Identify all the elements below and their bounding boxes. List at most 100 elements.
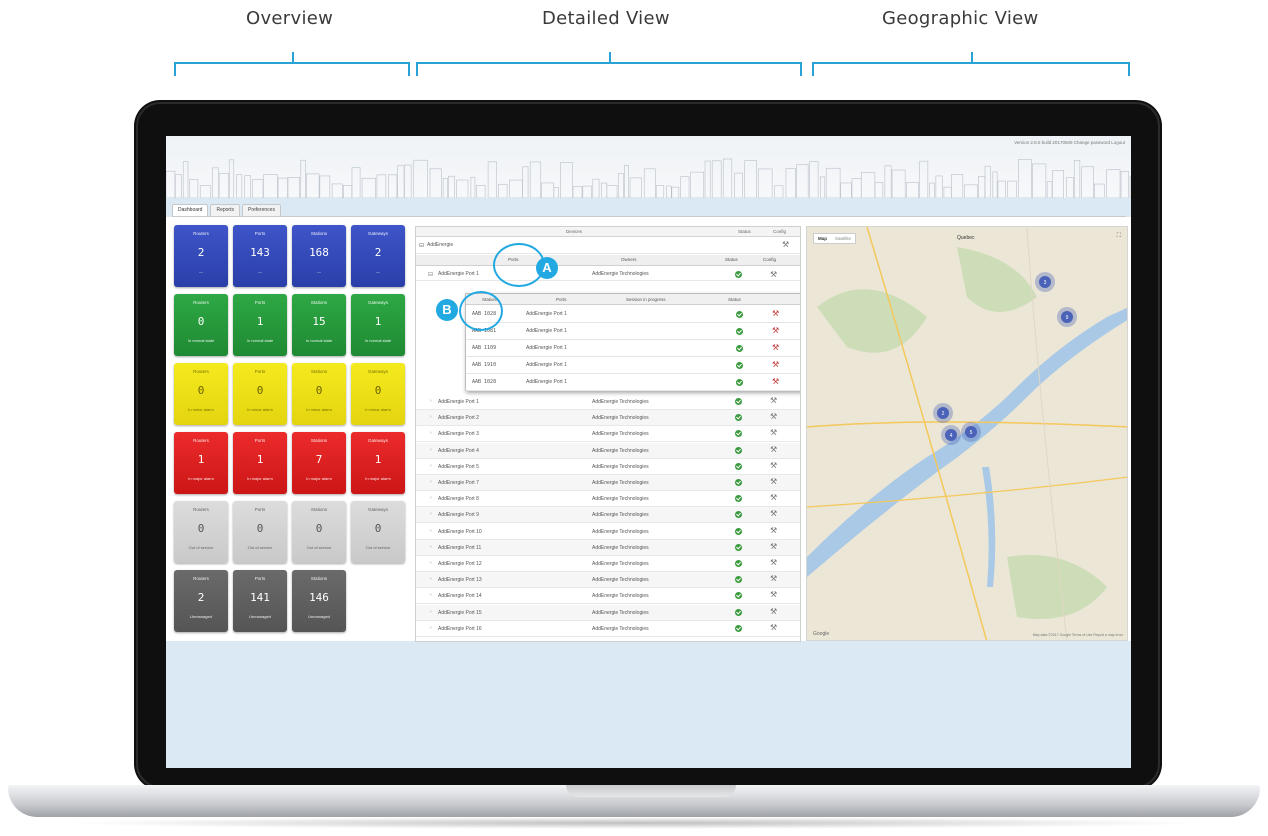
overview-tile[interactable]: Routers 1 In major alarm bbox=[174, 432, 228, 494]
station-row[interactable]: AAB 1028 AddEnergie Port 1 ⚒ bbox=[466, 374, 800, 391]
geographic-map[interactable]: 3 9 2 4 5 Map Satellite Quebec ⛶ Google Map … bbox=[806, 226, 1128, 641]
station-row[interactable]: AAB 1910 AddEnergie Port 1 ⚒ bbox=[466, 357, 800, 374]
config-wrench-icon[interactable]: ⚒ bbox=[770, 526, 777, 535]
config-wrench-icon[interactable]: ⚒ bbox=[770, 623, 777, 632]
config-wrench-icon[interactable]: ⚒ bbox=[770, 591, 777, 599]
config-wrench-icon[interactable]: ⚒ bbox=[770, 445, 777, 454]
config-wrench-icon[interactable]: ⚒ bbox=[770, 575, 777, 583]
config-wrench-icon[interactable]: ⚒ bbox=[772, 327, 779, 335]
map-canvas[interactable]: 3 9 2 4 5 bbox=[807, 227, 1128, 641]
overview-tile[interactable]: Gateways 0 Out of service bbox=[351, 501, 405, 563]
port-row[interactable]: › AddEnergie Port 8 AddEnergie Technologie… bbox=[416, 491, 800, 508]
port-row[interactable]: › AddEnergie Port 15 AddEnergie Technologi… bbox=[416, 604, 800, 621]
root-config-wrench-icon[interactable]: ⚒ bbox=[782, 241, 789, 249]
overview-tile[interactable]: Gateways 1 In normal state bbox=[351, 294, 405, 356]
header-status-links[interactable]: Version 2.8.0 build 20170509 Change pass… bbox=[1014, 140, 1125, 145]
config-wrench-icon[interactable]: ⚒ bbox=[772, 310, 779, 318]
expand-toggle-icon[interactable]: ⊟ bbox=[419, 242, 424, 249]
popup-col-status[interactable]: Status bbox=[728, 297, 741, 302]
station-row[interactable]: AAB 1109 AddEnergie Port 1 ⚒ bbox=[466, 340, 800, 357]
overview-tile[interactable]: Routers 2 — bbox=[174, 225, 228, 287]
config-wrench-icon[interactable]: ⚒ bbox=[772, 361, 779, 369]
tab-dashboard[interactable]: Dashboard bbox=[172, 204, 209, 216]
tab-reports[interactable]: Reports bbox=[210, 204, 240, 216]
config-wrench-icon[interactable]: ⚒ bbox=[770, 461, 777, 470]
overview-tile[interactable]: Stations 146 Unmanaged bbox=[292, 570, 346, 632]
overview-tile[interactable]: Routers 0 In minor alarm bbox=[174, 363, 228, 425]
row-expand-icon[interactable]: › bbox=[430, 398, 432, 404]
station-row[interactable]: AAB 1081 AddEnergie Port 1 ⚒ bbox=[466, 323, 800, 340]
config-wrench-icon[interactable]: ⚒ bbox=[772, 378, 779, 386]
config-wrench-icon[interactable]: ⚒ bbox=[770, 478, 777, 486]
overview-tile[interactable]: Ports 143 — bbox=[233, 225, 287, 287]
config-wrench-icon[interactable]: ⚒ bbox=[770, 271, 777, 279]
grid-scrollbar[interactable] bbox=[800, 238, 801, 642]
map-terms[interactable]: Map data ©2017 Google Terms of Use Repor… bbox=[1033, 633, 1123, 637]
config-wrench-icon[interactable]: ⚒ bbox=[770, 429, 777, 437]
config-wrench-icon[interactable]: ⚒ bbox=[770, 559, 777, 567]
overview-tile[interactable]: Ports 0 In minor alarm bbox=[233, 363, 287, 425]
row-expand-icon[interactable]: › bbox=[430, 560, 432, 566]
row-expand-icon[interactable]: › bbox=[430, 495, 432, 501]
overview-tile[interactable]: Stations 15 In normal state bbox=[292, 294, 346, 356]
row-expand-icon[interactable]: › bbox=[430, 592, 432, 598]
port-row[interactable]: › AddEnergie Port 2 AddEnergie Technologie… bbox=[416, 410, 800, 427]
port-row[interactable]: › AddEnergie Port 3 AddEnergie Technologie… bbox=[416, 426, 800, 443]
tab-preferences[interactable]: Preferences bbox=[241, 204, 281, 216]
config-wrench-icon[interactable]: ⚒ bbox=[770, 542, 777, 551]
port-row[interactable]: › AddEnergie Port 11 AddEnergie Technologi… bbox=[416, 539, 800, 556]
config-wrench-icon[interactable]: ⚒ bbox=[770, 413, 777, 421]
overview-tile[interactable]: Stations 0 Out of service bbox=[292, 501, 346, 563]
row-expand-icon[interactable]: › bbox=[430, 528, 432, 534]
overview-tile[interactable]: Ports 0 Out of service bbox=[233, 501, 287, 563]
port-row[interactable]: › AddEnergie Port 7 AddEnergie Technologie… bbox=[416, 475, 800, 491]
tree-root-row[interactable]: ⊟ AddEnergie ⚒ bbox=[416, 238, 800, 254]
row-expand-icon[interactable]: › bbox=[430, 609, 432, 615]
overview-tile[interactable]: Ports 1 In normal state bbox=[233, 294, 287, 356]
row-expand-icon[interactable]: › bbox=[430, 479, 432, 485]
overview-tile[interactable]: Ports 141 Unmanaged bbox=[233, 570, 287, 632]
port-row[interactable]: › AddEnergie Port 9 AddEnergie Technologie… bbox=[416, 507, 800, 524]
col-header-config[interactable]: Config bbox=[763, 257, 776, 262]
overview-tile[interactable]: Gateways 1 In major alarm bbox=[351, 432, 405, 494]
col-header-owners[interactable]: Owners bbox=[621, 257, 637, 262]
port-row-expanded[interactable]: ⊟ AddEnergie Port 1 AddEnergie Technolog… bbox=[416, 267, 800, 281]
map-type-toggle[interactable]: Map Satellite bbox=[813, 233, 857, 244]
row-expand-icon[interactable]: › bbox=[430, 625, 432, 631]
popup-col-ports[interactable]: Ports bbox=[556, 297, 567, 302]
popup-col-session[interactable]: Session in progress bbox=[626, 297, 666, 302]
row-expand-icon[interactable]: › bbox=[430, 544, 432, 550]
port-row[interactable]: › AddEnergie Port 1 AddEnergie Technologie… bbox=[416, 394, 800, 410]
overview-tile[interactable]: Stations 168 — bbox=[292, 225, 346, 287]
config-wrench-icon[interactable]: ⚒ bbox=[772, 344, 779, 352]
overview-tile[interactable]: Gateways 2 — bbox=[351, 225, 405, 287]
row-expand-icon[interactable]: › bbox=[430, 463, 432, 469]
port-row[interactable]: › AddEnergie Port 4 AddEnergie Technologie… bbox=[416, 442, 800, 459]
row-expand-icon[interactable]: › bbox=[430, 576, 432, 582]
port-row[interactable]: › AddEnergie Port 5 AddEnergie Technologie… bbox=[416, 459, 800, 475]
config-wrench-icon[interactable]: ⚒ bbox=[770, 510, 777, 518]
map-type-satellite[interactable]: Satellite bbox=[831, 234, 855, 243]
config-wrench-icon[interactable]: ⚒ bbox=[770, 607, 777, 616]
port-row[interactable]: › AddEnergie Port 14 AddEnergie Technologi… bbox=[416, 588, 800, 605]
port-row[interactable]: › AddEnergie Port 10 AddEnergie Technologi… bbox=[416, 524, 800, 540]
row-expand-icon[interactable]: › bbox=[430, 511, 432, 517]
port-row[interactable]: › AddEnergie Port 16 AddEnergie Technologi… bbox=[416, 621, 800, 637]
overview-tile[interactable]: Routers 0 Out of service bbox=[174, 501, 228, 563]
overview-tile[interactable]: Stations 0 In minor alarm bbox=[292, 363, 346, 425]
port-row[interactable]: › AddEnergie Port 13 AddEnergie Technologi… bbox=[416, 572, 800, 589]
row-expand-icon[interactable]: › bbox=[430, 430, 432, 436]
map-type-map[interactable]: Map bbox=[814, 234, 831, 243]
overview-tile[interactable]: Ports 1 In major alarm bbox=[233, 432, 287, 494]
station-row[interactable]: AAB 1028 AddEnergie Port 1 ⚒ bbox=[466, 306, 800, 323]
row-expand-icon[interactable]: › bbox=[430, 447, 432, 453]
overview-tile[interactable]: Stations 7 In major alarm bbox=[292, 432, 346, 494]
row-collapse-icon[interactable]: ⊟ bbox=[428, 271, 433, 278]
overview-tile[interactable]: Routers 0 In normal state bbox=[174, 294, 228, 356]
row-expand-icon[interactable]: › bbox=[430, 414, 432, 420]
config-wrench-icon[interactable]: ⚒ bbox=[770, 494, 777, 502]
overview-tile[interactable]: Routers 2 Unmanaged bbox=[174, 570, 228, 632]
fullscreen-icon[interactable]: ⛶ bbox=[1117, 233, 1121, 240]
config-wrench-icon[interactable]: ⚒ bbox=[770, 397, 777, 405]
col-header-status[interactable]: Status bbox=[725, 257, 738, 262]
